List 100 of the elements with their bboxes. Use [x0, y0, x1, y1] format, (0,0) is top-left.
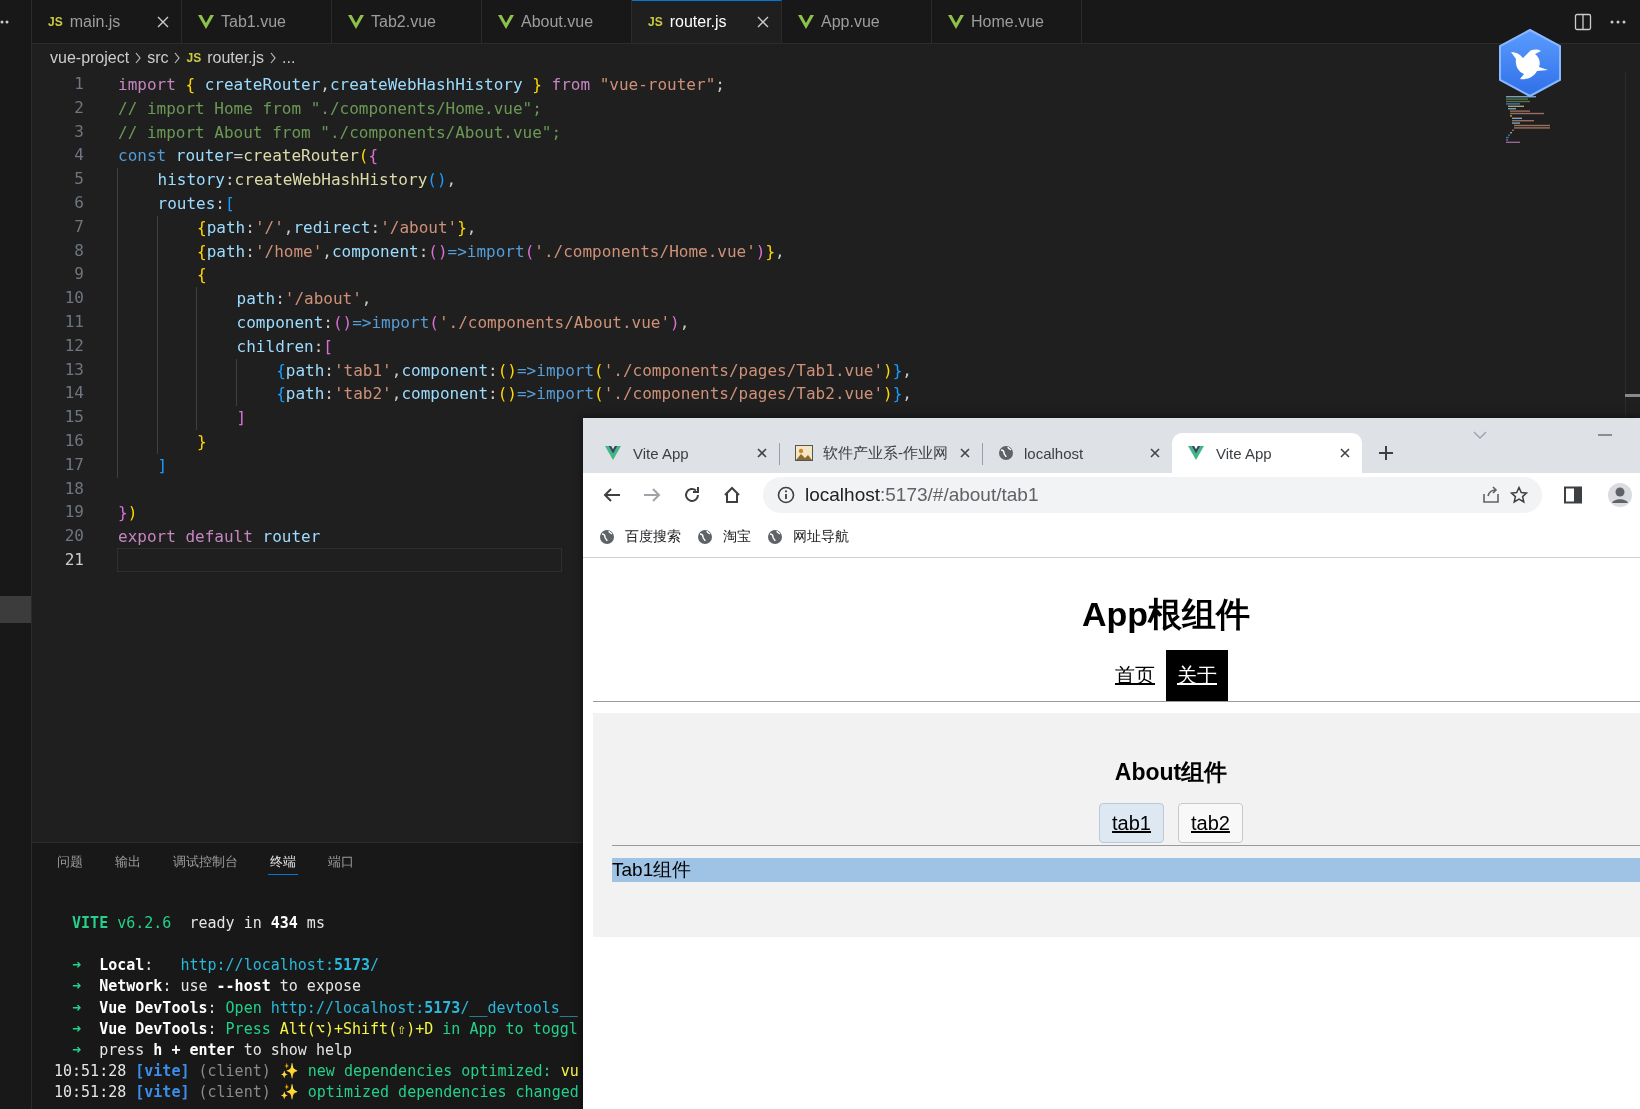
more-icon[interactable] [1610, 19, 1626, 24]
code-line: {path:'/home',component:()=>import('./components/Home.vue')}, [117, 238, 786, 263]
breadcrumb-item[interactable]: ... [282, 49, 296, 67]
code-line: { [117, 262, 208, 287]
line-number: 2 [73, 96, 84, 119]
star-icon[interactable] [1510, 485, 1528, 504]
split-editor-icon[interactable] [1574, 12, 1592, 31]
tab-button[interactable]: tab2 [1178, 803, 1243, 843]
back-icon[interactable] [603, 485, 621, 504]
code-line: {path:'tab1',component:()=>import('./components/pages/Tab1.vue')}, [117, 357, 913, 382]
terminal-line: ➜ Vue DevTools: Open http://localhost:5173/__devtools__ [71, 997, 578, 1019]
more-icon[interactable] [0, 20, 10, 24]
reload-icon[interactable] [683, 485, 701, 504]
line-number: 3 [73, 120, 84, 143]
profile-icon[interactable] [1608, 482, 1632, 507]
terminal-line: 10:51:28 [vite] (client) ✨ optimized dependencies changed [54, 1082, 579, 1104]
code-line: // import Home from "./components/Home.vue"; [117, 97, 543, 120]
breadcrumb-item[interactable]: src [147, 49, 169, 67]
address-field[interactable]: localhost:5173/#/about/tab1 [763, 476, 1542, 513]
panel-tab[interactable]: 终端 [268, 855, 298, 875]
browser-tab[interactable]: Vite App [589, 433, 779, 473]
panel-tab[interactable]: 调试控制台 [171, 855, 240, 875]
globe-icon [697, 528, 713, 545]
line-number: 9 [73, 263, 84, 286]
line-number: 1 [73, 73, 84, 95]
code-line: const router=createRouter({ [117, 145, 380, 168]
line-number: 17 [63, 453, 84, 476]
breadcrumb-item[interactable]: vue-project [50, 49, 130, 67]
vue-icon [198, 13, 214, 30]
bookmark[interactable]: 网址导航 [767, 527, 849, 546]
js-icon: JS [48, 14, 63, 29]
chevron-icon [269, 51, 278, 65]
nav-link[interactable]: 关于 [1166, 650, 1228, 701]
browser-tab[interactable]: localhost [982, 433, 1172, 473]
code-line: import { createRouter,createWebHashHistory } from "vue-router"; [117, 74, 726, 96]
code-line: path:'/about', [117, 286, 373, 310]
line-number: 19 [63, 501, 84, 524]
line-number: 18 [63, 477, 84, 500]
info-icon[interactable] [777, 485, 795, 504]
code-line: {path:'tab2',component:()=>import('./components/pages/Tab2.vue')}, [117, 381, 913, 406]
js-icon: JS [648, 15, 663, 29]
line-number: 7 [73, 215, 84, 238]
close-icon[interactable] [755, 446, 769, 460]
line-number: 6 [73, 192, 84, 214]
breadcrumb-item[interactable]: JS router.js [186, 49, 265, 67]
vue-icon [1188, 445, 1206, 461]
terminal-line: 10:51:28 [vite] (client) ✨ new dependencies optimized: vu [54, 1061, 579, 1083]
share-icon[interactable] [1482, 485, 1500, 504]
code-line: } [117, 428, 208, 453]
line-number: 8 [73, 239, 84, 262]
line-number: 12 [63, 334, 84, 357]
line-number: 14 [63, 382, 84, 405]
home-icon[interactable] [723, 485, 741, 504]
line-number: 13 [63, 358, 84, 381]
side-panel-icon[interactable] [1564, 485, 1582, 504]
bookmark[interactable]: 淘宝 [697, 527, 751, 546]
code-line: export default router [117, 526, 322, 548]
line-number: 10 [63, 287, 84, 310]
highlighted-text: Tab1组件 [612, 858, 1640, 882]
panel-tab[interactable]: 端口 [326, 855, 356, 875]
nav-link[interactable]: 首页 [1104, 650, 1166, 701]
terminal-line: ➜ Network: use --host to expose [71, 976, 362, 998]
vue-icon [948, 13, 964, 30]
close-icon[interactable] [755, 14, 771, 30]
bird-icon[interactable] [1497, 28, 1563, 98]
new-tab-icon[interactable] [1378, 445, 1394, 461]
tab-button[interactable]: tab1 [1099, 803, 1164, 843]
activity-highlight [0, 596, 31, 623]
code-line: ] [117, 452, 169, 477]
globe-icon [599, 528, 615, 545]
section-heading: About组件 [1113, 758, 1229, 787]
browser-tab[interactable]: Vite App [1172, 433, 1362, 473]
panel-tab[interactable]: 问题 [55, 855, 85, 875]
panel-tab[interactable]: 输出 [113, 855, 143, 875]
scrollbar-thumb[interactable] [1625, 394, 1640, 397]
code-line: children:[ [117, 333, 334, 358]
favicon-icon [795, 445, 813, 461]
code-line: history:createWebHashHistory(), [117, 167, 458, 191]
close-icon[interactable] [958, 446, 972, 460]
close-icon[interactable] [1338, 446, 1352, 460]
terminal-line: ➜ Vue DevTools: Press Alt(⌥)+Shift(⇧)+D in App to toggl [71, 1018, 578, 1040]
globe-icon [998, 445, 1014, 461]
bookmark[interactable]: 百度搜索 [599, 527, 681, 546]
code-line: routes:[ [117, 191, 236, 215]
editor-tab[interactable]: JS router.js [632, 0, 782, 43]
code-line: {path:'/',redirect:'/about'}, [117, 214, 478, 239]
code-line: component:()=>import('./components/About.vue'), [117, 309, 691, 334]
code-line: ] [117, 405, 248, 429]
browser-tab[interactable]: 软件产业系-作业网 [779, 433, 982, 473]
close-icon[interactable] [1148, 446, 1162, 460]
line-number: 16 [63, 429, 84, 452]
vue-icon [605, 445, 623, 461]
terminal-line: ➜ press h + enter to show help [71, 1039, 353, 1061]
chevron-icon [173, 51, 182, 65]
terminal-line: ➜ Local: http://localhost:5173/ [71, 955, 380, 977]
vue-icon [798, 13, 814, 30]
page-heading: App根组件 [1080, 594, 1252, 635]
vue-icon [348, 13, 364, 30]
js-icon: JS [186, 51, 202, 65]
chevron-icon [134, 51, 143, 65]
